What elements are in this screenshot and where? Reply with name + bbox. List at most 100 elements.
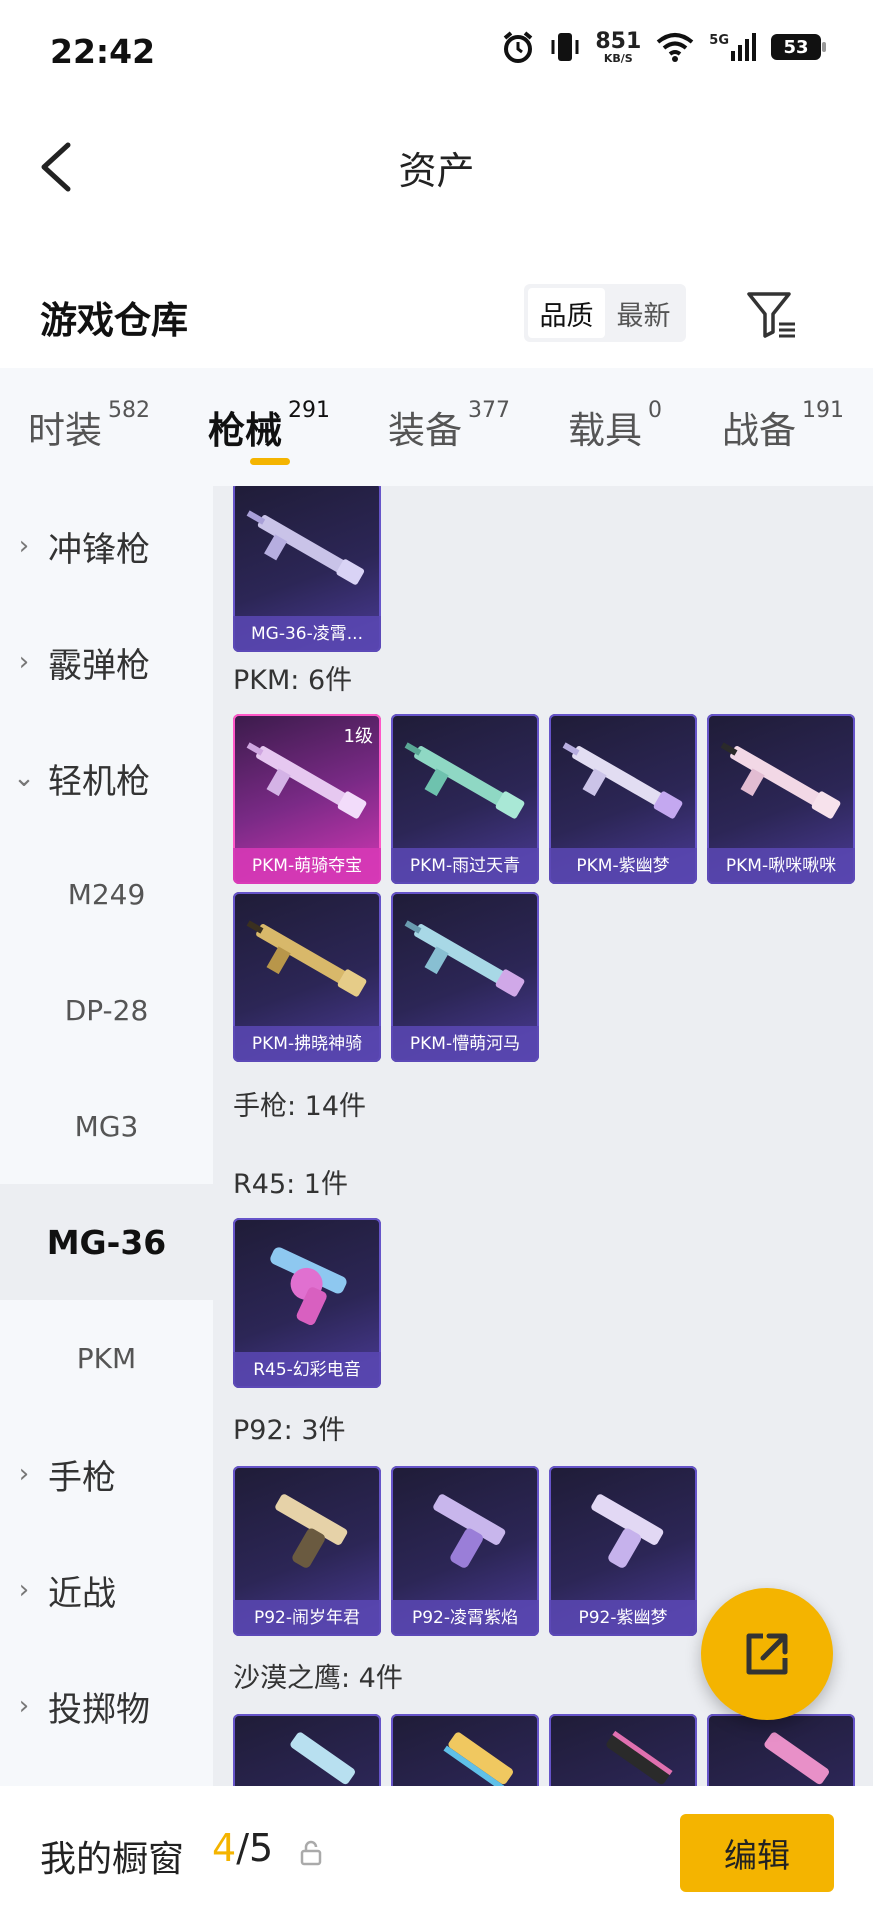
showcase-bar: 我的橱窗 4/5 编辑 bbox=[0, 1786, 873, 1920]
section-deagle-label: 沙漠之鹰: 4件 bbox=[233, 1663, 403, 1694]
sidebar-sub-m249[interactable]: M249 bbox=[0, 836, 213, 952]
sidebar: › 冲锋枪 › 霰弹枪 ⌄ 轻机枪 M249 DP-28 MG3 MG-36 PKM … bbox=[0, 486, 213, 1786]
item-name: PKM-拂晓神骑 bbox=[233, 1026, 381, 1062]
category-tabs: 时装 582 枪械 291 装备 377 载具 0 战备 191 bbox=[0, 368, 873, 486]
filter-button[interactable] bbox=[745, 288, 799, 342]
sidebar-item-label: 霰弹枪 bbox=[48, 645, 150, 686]
item-card[interactable]: P92-凌霄紫焰 bbox=[391, 1466, 539, 1636]
sidebar-sub-mg36[interactable]: MG-36 bbox=[0, 1184, 213, 1300]
item-card[interactable]: MG-36-凌霄... bbox=[233, 486, 381, 652]
chevron-right-icon: › bbox=[18, 531, 30, 561]
sidebar-item-label: 投掷物 bbox=[48, 1689, 150, 1730]
item-card[interactable] bbox=[391, 1714, 539, 1786]
sort-toggle: 品质 最新 bbox=[524, 284, 686, 342]
revolver-skin-icon bbox=[270, 1247, 347, 1326]
item-name: P92-紫幽梦 bbox=[549, 1600, 697, 1636]
pistol-skin-icon bbox=[591, 1494, 664, 1568]
tab-equipment[interactable]: 装备 377 bbox=[388, 398, 510, 454]
sidebar-sub-pkm[interactable]: PKM bbox=[0, 1300, 213, 1416]
item-name: PKM-懵萌河马 bbox=[391, 1026, 539, 1062]
item-card[interactable]: PKM-拂晓神骑 bbox=[233, 892, 381, 1062]
header: 资产 bbox=[0, 105, 873, 225]
net-speed: 851 KB/S bbox=[595, 28, 642, 65]
tab-label: 时装 bbox=[28, 409, 102, 452]
wifi-icon bbox=[657, 33, 694, 62]
net-speed-value: 851 bbox=[595, 28, 642, 54]
lmg-skin-icon bbox=[246, 920, 367, 997]
vibrate-icon bbox=[551, 33, 579, 61]
sort-quality-button[interactable]: 品质 bbox=[528, 288, 605, 338]
tab-count: 0 bbox=[648, 398, 662, 423]
item-name: P92-闹岁年君 bbox=[233, 1600, 381, 1636]
edit-button[interactable]: 编辑 bbox=[680, 1814, 834, 1892]
item-name: PKM-啾咪啾咪 bbox=[707, 848, 855, 884]
sidebar-item-throwable[interactable]: › 投掷物 bbox=[0, 1648, 213, 1764]
item-card[interactable]: P92-紫幽梦 bbox=[549, 1466, 697, 1636]
warehouse-title: 游戏仓库 bbox=[40, 299, 188, 342]
item-card[interactable]: P92-闹岁年君 bbox=[233, 1466, 381, 1636]
section-pkm-label: PKM: 6件 bbox=[233, 665, 353, 696]
item-card[interactable]: R45-幻彩电音 bbox=[233, 1218, 381, 1388]
item-name: R45-幻彩电音 bbox=[233, 1352, 381, 1388]
tab-vehicles[interactable]: 载具 0 bbox=[568, 398, 662, 454]
alarm-icon bbox=[504, 31, 533, 63]
active-tab-indicator bbox=[250, 458, 290, 465]
chevron-right-icon: › bbox=[18, 1459, 30, 1489]
tab-label: 载具 bbox=[568, 409, 642, 452]
tab-count: 582 bbox=[108, 398, 150, 423]
item-card[interactable] bbox=[233, 1714, 381, 1786]
showcase-label: 我的橱窗 bbox=[40, 1839, 185, 1880]
sidebar-sub-dp28[interactable]: DP-28 bbox=[0, 952, 213, 1068]
lock-icon bbox=[300, 1840, 322, 1866]
tab-label: 枪械 bbox=[208, 409, 282, 452]
battery-icon: 53 bbox=[771, 34, 826, 60]
chevron-right-icon: › bbox=[18, 1691, 30, 1721]
item-card[interactable]: PKM-懵萌河马 bbox=[391, 892, 539, 1062]
item-card[interactable]: PKM-啾咪啾咪 bbox=[707, 714, 855, 884]
item-card[interactable]: PKM-雨过天青 bbox=[391, 714, 539, 884]
section-r45-label: R45: 1件 bbox=[233, 1169, 348, 1200]
sidebar-item-melee[interactable]: › 近战 bbox=[0, 1532, 213, 1648]
chevron-down-icon: ⌄ bbox=[13, 763, 35, 793]
sidebar-item-shotgun[interactable]: › 霰弹枪 bbox=[0, 604, 213, 720]
sidebar-item-label: 近战 bbox=[48, 1573, 116, 1614]
tab-supplies[interactable]: 战备 191 bbox=[722, 398, 844, 454]
pistol-skin-icon bbox=[443, 1732, 513, 1786]
lmg-skin-icon bbox=[562, 742, 683, 819]
item-card[interactable]: 1级 PKM-萌骑夺宝 bbox=[233, 714, 381, 884]
lmg-skin-icon bbox=[720, 742, 841, 819]
network-type: 5G bbox=[709, 33, 729, 48]
tab-count: 191 bbox=[802, 398, 844, 423]
signal-icon: 5G bbox=[709, 33, 757, 61]
item-card[interactable] bbox=[707, 1714, 855, 1786]
lmg-skin-icon bbox=[404, 742, 525, 819]
sidebar-item-pistol[interactable]: › 手枪 bbox=[0, 1416, 213, 1532]
sort-newest-button[interactable]: 最新 bbox=[605, 288, 682, 338]
tab-fashion[interactable]: 时装 582 bbox=[28, 398, 150, 454]
item-card[interactable]: PKM-紫幽梦 bbox=[549, 714, 697, 884]
item-card[interactable] bbox=[549, 1714, 697, 1786]
status-time: 22:42 bbox=[50, 32, 156, 71]
item-name: PKM-紫幽梦 bbox=[549, 848, 697, 884]
tab-label: 战备 bbox=[722, 409, 796, 452]
sidebar-item-label: 手枪 bbox=[48, 1457, 116, 1498]
section-p92-label: P92: 3件 bbox=[233, 1415, 346, 1446]
share-button[interactable] bbox=[701, 1588, 833, 1720]
item-name: PKM-雨过天青 bbox=[391, 848, 539, 884]
lmg-skin-icon bbox=[404, 920, 525, 997]
share-icon bbox=[746, 1633, 788, 1675]
sidebar-item-smg[interactable]: › 冲锋枪 bbox=[0, 488, 213, 604]
chevron-right-icon: › bbox=[18, 1575, 30, 1605]
sidebar-item-lmg[interactable]: ⌄ 轻机枪 bbox=[0, 720, 213, 836]
filter-icon bbox=[747, 292, 795, 338]
lmg-skin-icon bbox=[246, 510, 365, 585]
pistol-skin-icon bbox=[290, 1732, 355, 1785]
tab-count: 377 bbox=[468, 398, 510, 423]
level-badge: 1级 bbox=[343, 726, 373, 747]
chevron-right-icon: › bbox=[18, 647, 30, 677]
showcase-count: 4/5 bbox=[212, 1826, 274, 1870]
tab-guns[interactable]: 枪械 291 bbox=[208, 398, 330, 454]
sidebar-sub-mg3[interactable]: MG3 bbox=[0, 1068, 213, 1184]
section-pistol-label: 手枪: 14件 bbox=[233, 1091, 367, 1122]
net-speed-unit: KB/S bbox=[603, 51, 633, 65]
